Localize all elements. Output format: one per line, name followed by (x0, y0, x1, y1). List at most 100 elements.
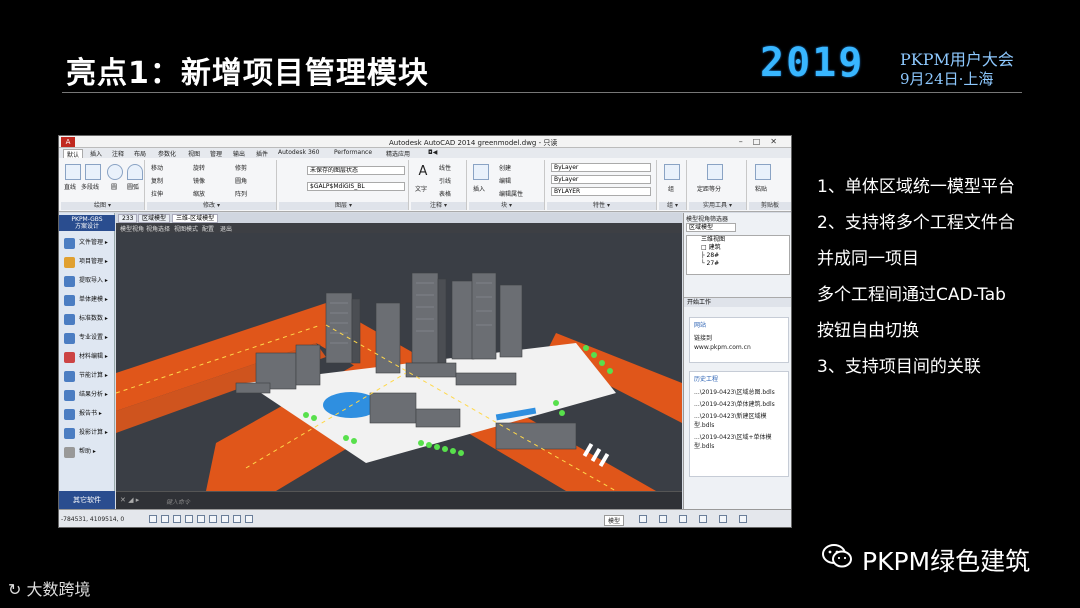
group-icon[interactable] (664, 164, 680, 180)
dyn-icon[interactable] (233, 515, 241, 523)
paste-icon[interactable] (755, 164, 771, 180)
paste-button[interactable]: 粘贴 (755, 184, 767, 193)
lineweight-combo[interactable]: BYLAYER (551, 187, 651, 196)
text-icon[interactable]: A (415, 164, 431, 180)
doc-tab-233[interactable]: 233 (118, 214, 138, 223)
otrack-icon[interactable] (209, 515, 217, 523)
array-button[interactable]: 阵列 (235, 189, 247, 198)
arc-button[interactable]: 圆弧 (127, 182, 139, 191)
insert-button[interactable]: 插入 (473, 184, 485, 193)
history-file-link[interactable]: ...\2019-0423\单体建筑.bdls (694, 400, 784, 409)
sidebar-item-standard-params[interactable]: 标准数数 ▸ (61, 311, 113, 327)
sidebar-item-import[interactable]: 提取导入 ▸ (61, 273, 113, 289)
grid-icon[interactable] (161, 515, 169, 523)
ribbon-group-label[interactable]: 剪贴板 (749, 202, 791, 210)
text-button[interactable]: 文字 (415, 184, 427, 193)
sidebar-item-projection-calc[interactable]: 投影计算 ▸ (61, 425, 113, 441)
ribbon-tab-autodesk360[interactable]: Autodesk 360 (275, 149, 322, 156)
history-file-link[interactable]: ...\2019-0423\新建区域模型.bdls (694, 412, 784, 430)
ducs-icon[interactable] (221, 515, 229, 523)
lineweight-icon[interactable] (245, 515, 253, 523)
sidebar-item-help[interactable]: 帮助 ▸ (61, 444, 113, 460)
ribbon-tab-parametric[interactable]: 参数化 (155, 149, 179, 158)
mirror-button[interactable]: 镜像 (193, 176, 205, 185)
sidebar-item-project-management[interactable]: 项目管理 ▸ (61, 254, 113, 270)
ribbon-group-label[interactable]: 绘图 ▾ (61, 202, 144, 210)
ribbon-tab-plugins[interactable]: 插件 (253, 149, 271, 158)
ribbon-tab-view[interactable]: 视图 (185, 149, 203, 158)
doc-tab-3d-area-model[interactable]: 三维-区域模型 (172, 214, 219, 223)
isolate-icon[interactable] (699, 515, 707, 523)
view-select-button[interactable]: 视角选择 (146, 224, 170, 233)
move-button[interactable]: 移动 (151, 163, 163, 172)
color-combo[interactable]: ByLayer (551, 163, 651, 172)
sidebar-item-energy-calc[interactable]: 节能计算 ▸ (61, 368, 113, 384)
sidebar-item-single-modeling[interactable]: 单体建模 ▸ (61, 292, 113, 308)
model-tree[interactable]: 三维视图 □ 建筑 ├ 28# └ 27# (686, 235, 790, 275)
3d-viewport[interactable] (116, 233, 682, 491)
rotate-button[interactable]: 旋转 (193, 163, 205, 172)
polyline-button[interactable]: 多段线 (81, 182, 99, 191)
scale-button[interactable]: 缩放 (193, 189, 205, 198)
ribbon-tab-layout[interactable]: 布局 (131, 149, 149, 158)
table-button[interactable]: 表格 (439, 189, 451, 198)
ribbon-tab-default[interactable]: 默认 (63, 149, 84, 159)
history-file-link[interactable]: ...\2019-0423\区域+单体模型.bdls (694, 433, 784, 451)
polyline-icon[interactable] (85, 164, 101, 180)
ribbon-tab-output[interactable]: 输出 (230, 149, 248, 158)
ribbon-group-label[interactable]: 块 ▾ (469, 202, 544, 210)
ribbon-group-label[interactable]: 实用工具 ▾ (689, 202, 746, 210)
hardware-accel-icon[interactable] (719, 515, 727, 523)
view-angle-button[interactable]: 模型视角 (120, 224, 144, 233)
other-software-button[interactable]: 其它软件 (59, 491, 115, 509)
website-link[interactable]: www.pkpm.com.cn (694, 343, 784, 352)
edit-block-button[interactable]: 编辑 (499, 176, 511, 185)
ribbon-tab-annotate[interactable]: 注释 (109, 149, 127, 158)
ortho-icon[interactable] (173, 515, 181, 523)
ribbon-tab-performance[interactable]: Performance (331, 149, 375, 156)
polar-icon[interactable] (185, 515, 193, 523)
sidebar-item-result-analysis[interactable]: 结果分析 ▸ (61, 387, 113, 403)
sidebar-item-file-management[interactable]: 文件管理 ▸ (61, 235, 113, 251)
doc-tab-area-model[interactable]: 区域模型 (138, 214, 171, 223)
snap-icon[interactable] (149, 515, 157, 523)
layer-state-combo[interactable]: 未保存的图层状态 (307, 166, 405, 175)
annotation-scale-icon[interactable] (639, 515, 647, 523)
history-file-link[interactable]: ...\2019-0423\区域总图.bdls (694, 388, 784, 397)
autocad-logo-icon[interactable]: A (61, 137, 75, 147)
ribbon-tab-insert[interactable]: 插入 (87, 149, 105, 158)
exit-button[interactable]: 退出 (220, 224, 232, 233)
layer-combo[interactable]: $GALP$MdiGIS_BL (307, 182, 405, 191)
close-icon[interactable]: ✕ ◢ ▸ (120, 496, 139, 504)
view-mode-button[interactable]: 视图模式 (174, 224, 198, 233)
ribbon-group-label[interactable]: 组 ▾ (659, 202, 686, 210)
ribbon-tab-featured-apps[interactable]: 精选应用 (383, 149, 413, 158)
tree-item[interactable]: 三维视图 (701, 236, 789, 244)
config-button[interactable]: 配置 (202, 224, 214, 233)
model-view-filter-combo[interactable]: 区域模型 (686, 223, 736, 232)
ribbon-group-label[interactable]: 图层 ▾ (279, 202, 408, 210)
command-line[interactable]: ✕ ◢ ▸ 键入命令 (116, 491, 682, 509)
lock-icon[interactable] (679, 515, 687, 523)
sidebar-item-report[interactable]: 报告书 ▸ (61, 406, 113, 422)
create-block-button[interactable]: 创建 (499, 163, 511, 172)
clean-screen-icon[interactable] (739, 515, 747, 523)
insert-block-icon[interactable] (473, 164, 489, 180)
ribbon-group-label[interactable]: 特性 ▾ (547, 202, 656, 210)
tree-item[interactable]: □ 建筑 (701, 244, 789, 252)
copy-button[interactable]: 复制 (151, 176, 163, 185)
linetype-combo[interactable]: ByLayer (551, 175, 651, 184)
arc-icon[interactable] (127, 164, 143, 180)
tree-item[interactable]: ├ 28# (701, 252, 789, 260)
circle-button[interactable]: 圆 (111, 182, 117, 191)
stretch-button[interactable]: 拉伸 (151, 189, 163, 198)
sidebar-item-material-editing[interactable]: 材料编辑 ▸ (61, 349, 113, 365)
leader-button[interactable]: 引线 (439, 176, 451, 185)
ribbon-group-label[interactable]: 修改 ▾ (147, 202, 276, 210)
window-controls[interactable]: –□✕ (739, 137, 787, 146)
line-icon[interactable] (65, 164, 81, 180)
divide-button[interactable]: 定距等分 (697, 184, 721, 193)
trim-button[interactable]: 修剪 (235, 163, 247, 172)
sidebar-item-professional-settings[interactable]: 专业设置 ▸ (61, 330, 113, 346)
edit-attribute-button[interactable]: 编辑属性 (499, 189, 523, 198)
